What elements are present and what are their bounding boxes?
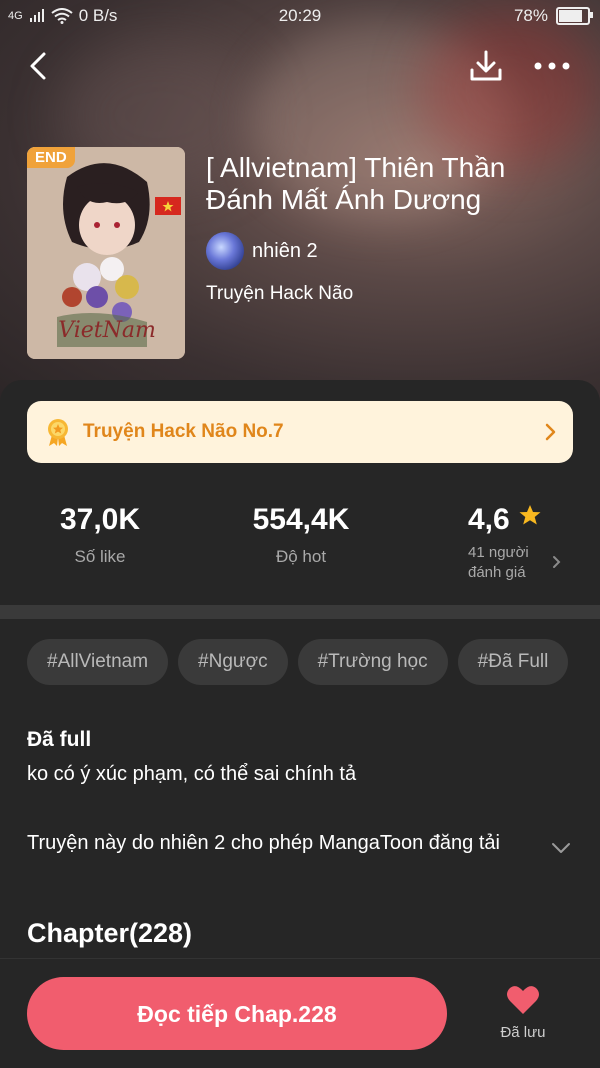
end-badge: END — [27, 147, 75, 168]
description-text: ko có ý xúc phạm, có thể sai chính tả — [27, 763, 357, 785]
avatar — [206, 232, 244, 270]
status-bar: 4G 0 B/s 20:29 78% — [0, 0, 600, 32]
more-dots-icon — [534, 62, 570, 70]
battery-percent: 78% — [513, 6, 548, 25]
heart-icon — [507, 986, 539, 1014]
section-divider — [0, 605, 600, 619]
likes-stat: 37,0K Số like — [40, 503, 160, 567]
medal-icon — [48, 419, 68, 446]
saved-label: Đã lưu — [500, 1024, 546, 1041]
continue-reading-button[interactable]: Đọc tiếp Chap.228 — [27, 977, 447, 1050]
more-button[interactable] — [530, 50, 574, 82]
download-button[interactable] — [466, 46, 506, 86]
back-button[interactable] — [22, 48, 58, 84]
tag-chip[interactable]: #Đã Full — [457, 639, 569, 685]
svg-text:VietNam: VietNam — [58, 318, 156, 343]
rank-banner[interactable]: Truyện Hack Não No.7 — [27, 401, 573, 463]
status-time: 20:29 — [278, 6, 322, 25]
tag-chip[interactable]: #Trường học — [297, 639, 448, 685]
hot-stat: 554,4K Độ hot — [231, 503, 371, 567]
likes-value: 37,0K — [59, 503, 141, 536]
comic-title: [ Allvietnam] Thiên Thần Đánh Mất Ánh Dư… — [206, 152, 506, 215]
description-title: Đã full — [27, 728, 92, 751]
saved-button[interactable]: Đã lưu — [495, 985, 551, 1041]
hot-value: 554,4K — [252, 503, 350, 536]
description-permission: Truyện này do nhiên 2 cho phép MangaToon… — [27, 832, 500, 854]
download-icon — [470, 50, 502, 81]
tag-chip[interactable]: #AllVietnam — [27, 639, 169, 685]
tag-chip[interactable]: #Ngược — [178, 639, 288, 685]
tag-list: #AllVietnam #Ngược #Trường học #Đã Full — [27, 639, 578, 685]
battery-icon — [556, 7, 593, 25]
chevron-right-icon — [545, 423, 556, 441]
chevron-down-icon[interactable] — [550, 841, 572, 855]
hot-label: Độ hot — [275, 547, 327, 566]
rating-value: 4,6 — [467, 503, 510, 536]
author-name: nhiên 2 — [252, 239, 318, 262]
chapter-section-title: Chapter(228) — [27, 918, 193, 948]
author-link[interactable]: nhiên 2 — [206, 232, 318, 270]
comic-cover[interactable]: VietNam END — [27, 147, 185, 359]
genre-link[interactable]: Truyện Hack Não — [206, 283, 353, 305]
star-icon — [519, 505, 541, 525]
rating-stat[interactable]: 4,6 41 người đánh giá — [440, 503, 570, 583]
likes-label: Số like — [74, 547, 126, 566]
cover-art: VietNam — [27, 147, 185, 359]
rank-label: Truyện Hack Não No.7 — [83, 421, 284, 442]
back-chevron-icon — [30, 52, 46, 80]
chevron-right-icon — [553, 556, 561, 568]
